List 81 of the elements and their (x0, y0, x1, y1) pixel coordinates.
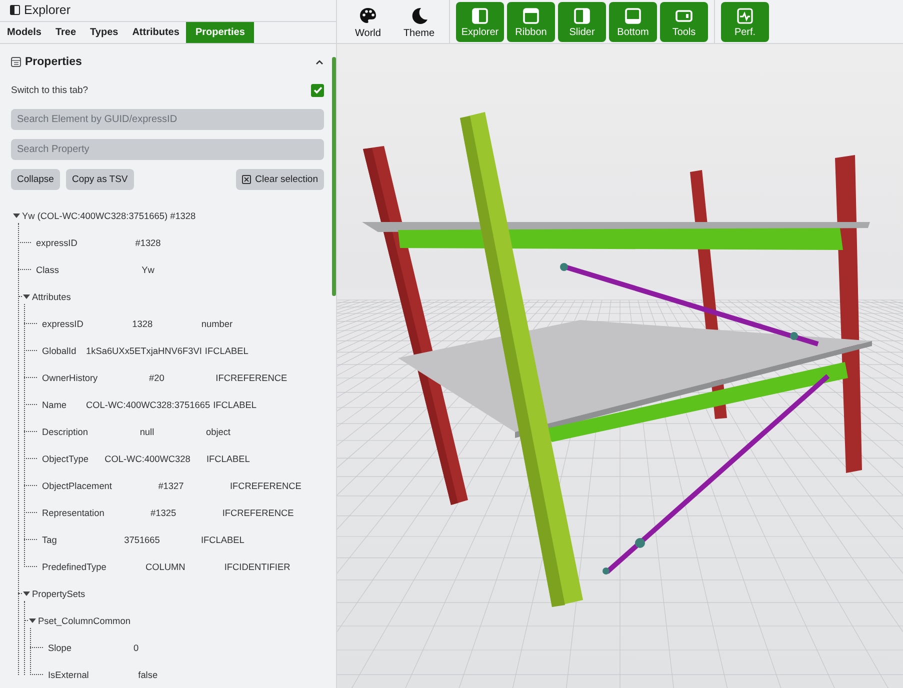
tree-node-label[interactable]: Yw (COL-WC:400WC328:3751665) #1328 (22, 210, 196, 220)
property-value: null (138, 426, 156, 436)
close-box-icon (242, 175, 252, 184)
property-value: #1328 (134, 238, 162, 248)
property-name: ObjectPlacement (42, 480, 112, 490)
search-field[interactable]: Search Property (11, 139, 324, 160)
section-title: Properties (25, 56, 83, 68)
property-name: PredefinedType (42, 562, 106, 572)
property-type: IFCLABEL (206, 454, 250, 464)
tab[interactable]: Models (0, 22, 48, 43)
switch-label: Switch to this tab? (11, 84, 88, 96)
action-button[interactable]: Collapse (11, 169, 60, 190)
property-value: COLUMN (144, 562, 186, 572)
property-value: false (137, 670, 159, 680)
property-type: IFCLABEL (204, 346, 248, 356)
property-type: IFCREFERENCE (222, 508, 294, 518)
toolbar-button[interactable]: Explorer (456, 2, 504, 42)
property-name: ObjectType (42, 454, 88, 464)
property-name: Name (42, 400, 68, 410)
action-button[interactable]: Clear selection (236, 169, 324, 190)
tab[interactable]: Types (83, 22, 126, 43)
property-value: #1327 (157, 480, 185, 490)
property-name: GlobalId (42, 346, 78, 356)
chevron-icon[interactable] (315, 58, 324, 66)
property-value: COL-WC:400WC328 (104, 454, 192, 464)
table-icon (11, 57, 21, 67)
caret-icon[interactable] (12, 211, 21, 220)
tab[interactable]: Properties (186, 22, 254, 43)
property-value: COL-WC:400WC328:3751665 (85, 400, 212, 410)
property-value: 1kSa6UXx5ETxjaHNV6F3VI (85, 346, 203, 356)
property-name: OwnerHistory (42, 372, 98, 382)
caret-icon[interactable] (22, 589, 31, 598)
property-type: IFCLABEL (213, 400, 257, 410)
left-panel-icon (471, 7, 489, 25)
action-button[interactable]: Copy as TSV (66, 169, 134, 190)
property-name: IsExternal (48, 670, 89, 680)
property-type: object (206, 426, 230, 436)
toolbar-button[interactable]: World (344, 2, 392, 42)
bottom-panel-icon (624, 7, 642, 25)
palette-icon (358, 6, 378, 26)
toolbar-button[interactable]: Bottom (609, 2, 657, 42)
property-type: number (201, 318, 233, 328)
toolbar-button[interactable]: Theme (395, 2, 443, 42)
tree-node-label[interactable]: PropertySets (32, 588, 86, 598)
property-type: IFCREFERENCE (216, 372, 288, 382)
property-type: IFCLABEL (201, 534, 244, 544)
toolbar-button[interactable]: Slider (558, 2, 606, 42)
property-value: 1328 (131, 318, 154, 328)
tab[interactable]: Tree (48, 22, 84, 43)
caret-icon[interactable] (22, 292, 31, 301)
property-name: expressID (42, 318, 84, 328)
activity-chart-icon (736, 7, 754, 25)
property-value: #20 (148, 372, 166, 382)
property-name: Representation (42, 508, 104, 518)
toolbar-button[interactable]: Perf. (721, 2, 769, 42)
sidebar-panel-icon (10, 5, 20, 16)
tab[interactable]: Attributes (125, 22, 186, 43)
property-name: expressID (36, 238, 78, 248)
panel-title: Explorer (24, 3, 71, 18)
tree-node-label[interactable]: Pset_ColumnCommon (38, 616, 130, 626)
tree-node-label[interactable]: Attributes (32, 292, 71, 302)
property-type: IFCIDENTIFIER (224, 562, 290, 572)
toolbar-button[interactable]: Tools (660, 2, 708, 42)
property-value: #1325 (150, 508, 178, 518)
search-field[interactable]: Search Element by GUID/expressID (11, 109, 324, 130)
property-value: 0 (132, 642, 140, 652)
steel-frame-model-drawing[interactable] (362, 112, 872, 607)
property-value: Yw (140, 264, 156, 274)
property-name: Description (42, 426, 88, 436)
property-type: IFCREFERENCE (230, 480, 302, 490)
caret-icon[interactable] (28, 616, 37, 625)
property-name: Class (36, 264, 60, 274)
property-name: Slope (48, 642, 72, 652)
checkbox[interactable] (311, 84, 324, 96)
toolbar-panel-icon (675, 7, 693, 25)
property-name: Tag (42, 534, 58, 544)
top-panel-icon (522, 7, 540, 25)
toolbar-button[interactable]: Ribbon (507, 2, 555, 42)
property-value: 3751665 (123, 534, 161, 544)
scrollbar[interactable] (332, 57, 336, 296)
right-panel-icon (573, 7, 591, 25)
